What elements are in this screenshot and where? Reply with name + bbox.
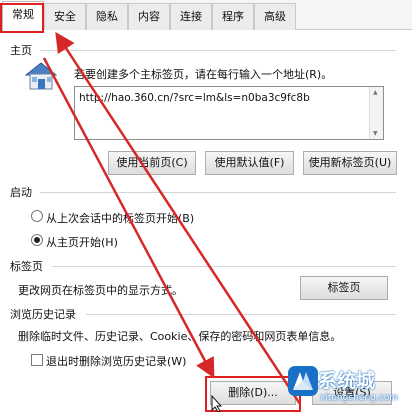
mouse-cursor-icon [211,394,223,412]
annotation-layer [42,31,302,412]
arrow-to-tab-general [55,31,302,405]
arrow-to-delete-button [42,57,215,379]
watermark-domain: xitongcheng.com [320,393,398,403]
watermark-logo-icon [286,364,320,398]
watermark-brand: 系统城 [318,370,376,392]
